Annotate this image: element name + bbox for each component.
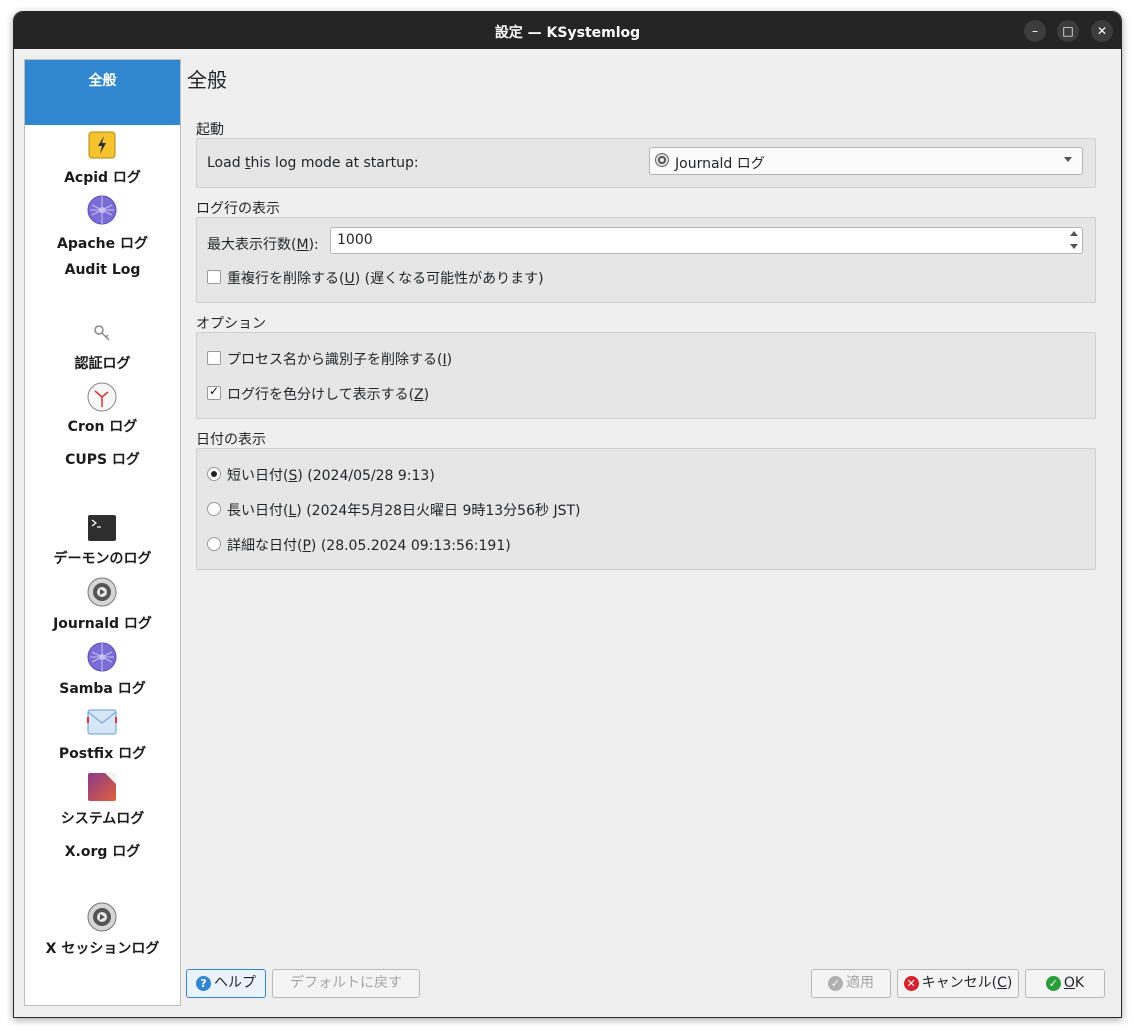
group-title-options: オプション: [196, 316, 266, 332]
globe-icon: [87, 642, 117, 672]
terminal-icon: [88, 515, 116, 541]
sidebar-item-general[interactable]: 全般: [25, 60, 180, 125]
sidebar-item-cron[interactable]: Cron ログ: [25, 370, 180, 435]
sidebar-item-label: X.org ログ: [64, 844, 141, 860]
defaults-button[interactable]: デフォルトに戻す: [272, 969, 420, 998]
max-lines-value: 1000: [337, 232, 373, 248]
sidebar-item-xorg[interactable]: X.org ログ: [25, 825, 180, 890]
precise-date-label: 詳細な日付(P) (28.05.2024 09:13:56:191): [227, 538, 511, 554]
maximize-button[interactable]: □: [1057, 20, 1079, 42]
defaults-label: デフォルトに戻す: [290, 975, 402, 991]
group-options: プロセス名から識別子を削除する(I) ログ行を色分けして表示する(Z): [196, 332, 1096, 419]
apply-button[interactable]: ✓ 適用: [811, 969, 891, 998]
sidebar-item-acpid[interactable]: Acpid ログ: [25, 125, 180, 190]
apply-label: 適用: [846, 975, 874, 991]
cancel-label: キャンセル(C): [921, 975, 1013, 991]
startup-mode-select[interactable]: Journald ログ: [649, 147, 1083, 175]
sidebar-item-apache[interactable]: Apache ログ: [25, 190, 180, 255]
sidebar-item-xsession[interactable]: X セッションログ: [25, 890, 180, 957]
sidebar-item-journald[interactable]: Journald ログ: [25, 565, 180, 632]
precise-date-radio[interactable]: [207, 537, 221, 551]
sidebar-item-label: Cron ログ: [67, 419, 138, 435]
help-icon: ?: [196, 975, 211, 991]
sidebar-item-label: X セッションログ: [45, 941, 160, 957]
remove-duplicates-checkbox[interactable]: [207, 270, 221, 284]
group-title-date: 日付の表示: [196, 432, 266, 448]
key-icon: [94, 325, 110, 341]
remove-pid-label: プロセス名から識別子を削除する(I): [227, 352, 453, 368]
sidebar: 全般 Acpid ログ Apache ログ Audit Log 認証ログ Cro…: [24, 59, 181, 1006]
sidebar-item-label: CUPS ログ: [65, 452, 140, 468]
long-date-radio[interactable]: [207, 502, 221, 516]
sidebar-item-postfix[interactable]: Postfix ログ: [25, 695, 180, 762]
colorize-label: ログ行を色分けして表示する(Z): [227, 387, 430, 403]
gear-icon: [87, 577, 117, 607]
lightning-icon: [88, 131, 116, 159]
globe-icon: [87, 195, 117, 225]
max-lines-label: 最大表示行数(M):: [207, 237, 319, 253]
spin-up-icon[interactable]: [1070, 231, 1078, 236]
short-date-label: 短い日付(S) (2024/05/28 9:13): [227, 468, 435, 484]
sidebar-item-daemon[interactable]: デーモンのログ: [25, 500, 180, 567]
sidebar-item-label: 全般: [88, 73, 117, 89]
window-title: 設定 — KSystemlog: [494, 25, 641, 41]
short-date-radio[interactable]: [207, 467, 221, 481]
ok-icon: ✓: [1045, 975, 1061, 991]
settings-window: 設定 — KSystemlog – □ ✕ 全般 Acpid ログ Apache…: [13, 11, 1122, 1018]
check-icon: ✓: [828, 975, 843, 991]
sidebar-item-audit[interactable]: Audit Log: [25, 255, 180, 305]
remove-pid-checkbox[interactable]: [207, 351, 221, 365]
main-content: 全般 起動 Load this log mode at startup: Jou…: [184, 59, 1114, 959]
cancel-button[interactable]: ✕ キャンセル(C): [897, 969, 1019, 998]
remove-duplicates-label: 重複行を削除する(U) (遅くなる可能性があります): [227, 271, 544, 287]
max-lines-spinbox[interactable]: 1000: [330, 227, 1083, 254]
group-title-startup: 起動: [196, 122, 224, 138]
colorize-checkbox[interactable]: [207, 384, 221, 400]
sidebar-item-auth[interactable]: 認証ログ: [25, 305, 180, 372]
cancel-icon: ✕: [903, 975, 919, 991]
gear-icon: [87, 902, 117, 932]
sidebar-item-label: Audit Log: [64, 262, 141, 278]
journald-icon: [655, 153, 669, 167]
sidebar-item-label: Apache ログ: [57, 236, 148, 252]
startup-mode-value: Journald ログ: [675, 156, 765, 172]
group-date: 短い日付(S) (2024/05/28 9:13) 長い日付(L) (2024年…: [196, 448, 1096, 570]
system-icon: [88, 773, 116, 801]
sidebar-item-cups[interactable]: CUPS ログ: [25, 435, 180, 500]
ok-button[interactable]: ✓ OK: [1025, 969, 1105, 998]
page-title: 全般: [187, 68, 227, 92]
title-bar: 設定 — KSystemlog – □ ✕: [14, 12, 1121, 49]
clock-icon: [87, 382, 117, 412]
help-label: ヘルプ: [214, 975, 256, 991]
sidebar-item-samba[interactable]: Samba ログ: [25, 630, 180, 697]
long-date-label: 長い日付(L) (2024年5月28日火曜日 9時13分56秒 JST): [227, 503, 581, 519]
ok-label: OK: [1063, 975, 1085, 991]
close-button[interactable]: ✕: [1091, 20, 1113, 42]
sidebar-item-label: Acpid ログ: [64, 170, 141, 186]
spin-down-icon[interactable]: [1070, 244, 1078, 249]
group-title-log-lines: ログ行の表示: [196, 201, 280, 217]
sidebar-item-system[interactable]: システムログ: [25, 760, 180, 827]
mail-icon: [87, 709, 117, 735]
help-button[interactable]: ? ヘルプ: [186, 969, 266, 998]
minimize-button[interactable]: –: [1024, 20, 1046, 42]
chevron-down-icon: [1064, 157, 1072, 162]
startup-mode-label: Load this log mode at startup:: [207, 155, 419, 171]
